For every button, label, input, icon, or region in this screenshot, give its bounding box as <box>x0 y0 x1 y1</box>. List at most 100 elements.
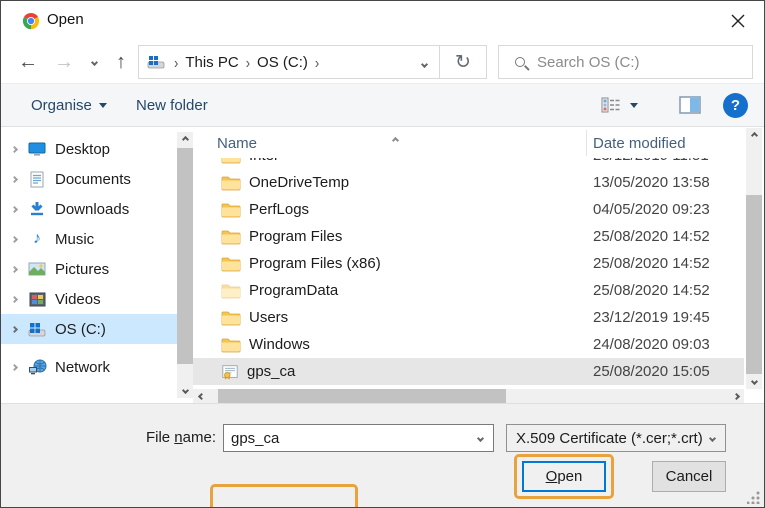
column-header-date-modified[interactable]: Date modified <box>593 135 686 152</box>
file-name: Program Files (x86) <box>249 255 381 272</box>
dialog-footer: File name: gps_ca X.509 Certificate (*.c… <box>1 403 764 507</box>
recent-locations-button[interactable] <box>83 41 105 83</box>
new-folder-label: New folder <box>136 97 208 114</box>
sidebar-item-music[interactable]: ♪ Music <box>1 224 177 254</box>
file-row-program-files-x86[interactable]: Program Files (x86) 25/08/2020 14:52 <box>193 250 744 277</box>
breadcrumb[interactable]: › This PC › OS (C:) › <box>139 46 439 78</box>
breadcrumb-this-pc[interactable]: This PC <box>185 54 238 71</box>
column-headers: Name Date modified <box>193 128 744 158</box>
folder-icon <box>221 228 241 246</box>
scrollbar-thumb[interactable] <box>746 195 762 375</box>
chevron-down-icon <box>90 58 97 65</box>
sidebar-item-documents[interactable]: Documents <box>1 164 177 194</box>
column-header-name[interactable]: Name <box>217 135 257 152</box>
file-name: Program Files <box>249 228 342 245</box>
help-button[interactable]: ? <box>723 84 748 126</box>
file-name: OneDriveTemp <box>249 174 349 191</box>
scrollbar-thumb[interactable] <box>218 389 506 404</box>
navigation-pane: Desktop Documents Downloads ♪ Music <box>1 128 193 405</box>
scroll-down-arrow[interactable] <box>177 383 193 398</box>
sidebar-item-videos[interactable]: Videos <box>1 284 177 314</box>
file-date: 23/12/2019 11:51 <box>593 158 709 164</box>
expand-chevron-icon[interactable] <box>1 207 27 212</box>
organise-button[interactable]: Organise <box>31 84 107 126</box>
up-button[interactable]: ↑ <box>107 41 135 83</box>
refresh-button[interactable]: ↻ <box>439 46 486 78</box>
file-date: 04/05/2020 09:23 <box>593 201 710 218</box>
open-button[interactable]: Open <box>522 461 606 492</box>
main-area: Desktop Documents Downloads ♪ Music <box>1 128 764 405</box>
refresh-icon: ↻ <box>455 51 471 74</box>
new-folder-button[interactable]: New folder <box>136 84 208 126</box>
folder-icon <box>221 336 241 354</box>
expand-chevron-icon[interactable] <box>1 297 27 302</box>
close-button[interactable] <box>724 7 752 35</box>
sidebar-item-os-c[interactable]: OS (C:) <box>1 314 177 344</box>
file-type-select[interactable]: X.509 Certificate (*.cer;*.crt) <box>506 424 726 452</box>
sidebar-item-network[interactable]: Network <box>1 352 177 382</box>
file-date: 13/05/2020 13:58 <box>593 174 710 191</box>
expand-chevron-icon[interactable] <box>1 177 27 182</box>
expand-chevron-icon[interactable] <box>1 267 27 272</box>
cancel-button[interactable]: Cancel <box>652 461 726 492</box>
file-row-programdata[interactable]: ProgramData 25/08/2020 14:52 <box>193 277 744 304</box>
resize-grip[interactable] <box>747 491 760 504</box>
file-name-input[interactable]: gps_ca <box>223 424 494 452</box>
details-view-icon <box>601 97 620 113</box>
view-mode-button[interactable] <box>601 84 638 126</box>
expand-chevron-icon[interactable] <box>1 365 27 370</box>
scroll-right-arrow[interactable] <box>728 389 744 404</box>
sidebar-item-pictures[interactable]: Pictures <box>1 254 177 284</box>
scroll-up-arrow[interactable] <box>177 132 193 147</box>
command-toolbar: Organise New folder ? <box>1 83 764 127</box>
file-row-program-files[interactable]: Program Files 25/08/2020 14:52 <box>193 223 744 250</box>
scrollbar-thumb[interactable] <box>177 148 193 364</box>
preview-pane-icon <box>679 96 701 114</box>
scroll-up-arrow[interactable] <box>746 128 762 143</box>
back-button[interactable]: ← <box>13 41 43 83</box>
file-date: 25/08/2020 14:52 <box>593 255 710 272</box>
expand-chevron-icon[interactable] <box>1 327 27 332</box>
expand-chevron-icon[interactable] <box>1 237 27 242</box>
filelist-vertical-scrollbar[interactable] <box>744 128 764 389</box>
forward-button[interactable]: → <box>49 41 79 83</box>
file-row-onedrivetemp[interactable]: OneDriveTemp 13/05/2020 13:58 <box>193 169 744 196</box>
search-icon <box>515 57 525 67</box>
sidebar-item-label: Desktop <box>55 141 110 158</box>
file-name: PerfLogs <box>249 201 309 218</box>
drive-icon <box>27 320 47 338</box>
file-date: 25/08/2020 14:52 <box>593 282 710 299</box>
breadcrumb-os-c[interactable]: OS (C:) <box>257 54 308 71</box>
file-row-perflogs[interactable]: PerfLogs 04/05/2020 09:23 <box>193 196 744 223</box>
file-type-dropdown-button[interactable] <box>710 436 725 441</box>
music-icon: ♪ <box>27 230 47 248</box>
file-name-value: gps_ca <box>224 430 279 447</box>
expand-chevron-icon[interactable] <box>1 147 27 152</box>
network-icon <box>27 358 47 376</box>
file-row-intel[interactable]: Intel 23/12/2019 11:51 <box>193 158 744 169</box>
sidebar-item-desktop[interactable]: Desktop <box>1 134 177 164</box>
folder-icon <box>221 282 241 300</box>
views-dropdown-icon <box>630 103 638 108</box>
sidebar-item-label: Downloads <box>55 201 129 218</box>
preview-pane-button[interactable] <box>679 84 701 126</box>
file-row-gps-ca[interactable]: gps_ca 25/08/2020 15:05 <box>193 358 744 385</box>
sidebar-scrollbar[interactable] <box>177 132 193 398</box>
address-dropdown-button[interactable] <box>422 54 439 71</box>
sidebar-item-downloads[interactable]: Downloads <box>1 194 177 224</box>
file-row-windows[interactable]: Windows 24/08/2020 09:03 <box>193 331 744 358</box>
file-name: Intel <box>249 158 277 164</box>
videos-icon <box>27 290 47 308</box>
file-name: Users <box>249 309 288 326</box>
chrome-icon <box>22 12 40 30</box>
file-type-value: X.509 Certificate (*.cer;*.crt) <box>507 430 703 447</box>
file-row-users[interactable]: Users 23/12/2019 19:45 <box>193 304 744 331</box>
breadcrumb-separator: › <box>315 53 319 71</box>
window-title: Open <box>47 11 84 28</box>
folder-icon <box>221 309 241 327</box>
scroll-down-arrow[interactable] <box>746 374 762 389</box>
scroll-left-arrow[interactable] <box>193 389 209 404</box>
column-divider[interactable] <box>586 130 587 156</box>
search-box[interactable]: Search OS (C:) <box>498 45 753 79</box>
file-name-dropdown-button[interactable] <box>478 436 493 441</box>
